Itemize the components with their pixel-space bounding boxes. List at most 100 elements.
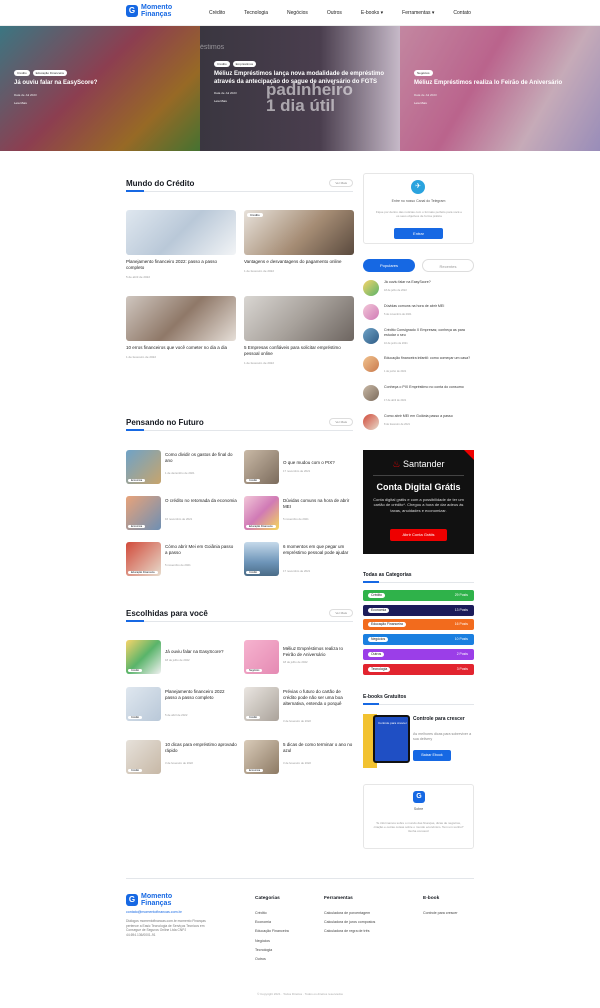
slide-title[interactable]: Méliuz Empréstimos lança nova modalidade… (214, 71, 394, 86)
post-thumbnail[interactable] (363, 280, 379, 296)
list-post[interactable]: Crédito Já ouviu falar na EasyScore? 18 … (126, 640, 238, 676)
post-title[interactable]: 5 Empresas confiáveis para solicitar emp… (244, 345, 354, 357)
post-title[interactable]: Vantagens e desvantagens do pagamento on… (244, 259, 354, 265)
footer-link[interactable]: Calculadora de juros compostos (324, 918, 375, 927)
nav-item-contato[interactable]: Contato (453, 10, 471, 16)
post-tag[interactable]: Educação Financeira (246, 525, 276, 528)
post-title[interactable]: Como dividir os gastos de final do ano (165, 452, 237, 464)
post-thumbnail[interactable]: Crédito (126, 687, 161, 721)
post-title[interactable]: 10 dicas para empréstimo aprovado rápido (165, 742, 237, 754)
post-thumbnail[interactable]: Negócios (244, 640, 279, 674)
category-outros[interactable]: Outros 2 Posts (363, 649, 474, 660)
post-tag[interactable]: Crédito (247, 213, 263, 217)
post-title[interactable]: 10 erros financeiros que você cometer no… (126, 345, 236, 351)
slide-title[interactable]: Já ouviu falar na EasyScore? (14, 80, 194, 88)
footer-link[interactable]: Tecnologia (255, 946, 289, 955)
post-title[interactable]: Prévias o futuro do cartão de crédito po… (283, 689, 355, 706)
popular-post[interactable]: Educação financeira infantil: como começ… (363, 356, 474, 376)
post-card[interactable]: 5 Empresas confiáveis para solicitar emp… (244, 296, 354, 365)
list-post[interactable]: Crédito Prévias o futuro do cartão de cr… (244, 687, 356, 723)
nav-item-outros[interactable]: Outros (327, 10, 342, 16)
post-tag[interactable]: Economia (128, 479, 146, 482)
list-post[interactable]: Negócios Méliuz Empréstimos realiza Io F… (244, 640, 356, 676)
popular-post[interactable]: Já ouviu falar na EasyScore? 18 de julho… (363, 280, 474, 300)
footer-link[interactable]: Economia (255, 918, 289, 927)
slide-tag[interactable]: Educação Financeira (32, 70, 67, 76)
post-thumbnail[interactable] (363, 385, 379, 401)
post-thumbnail[interactable]: Economia (126, 450, 161, 484)
post-thumbnail[interactable]: Educação Financeira (244, 496, 279, 530)
nav-item-tecnologia[interactable]: Tecnologia (244, 10, 268, 16)
post-thumbnail[interactable] (126, 296, 236, 341)
ebook-download-button[interactable]: Baixar Ebook (413, 750, 451, 761)
hero-slide[interactable]: éstimos padinheiro 1 dia útil Crédito Em… (200, 26, 400, 151)
post-title[interactable]: Cómo abrir Mei em Goiânia passo a passo (165, 544, 237, 556)
post-thumbnail[interactable]: Crédito (126, 640, 161, 674)
ver-mais-button[interactable]: Ver Mais (329, 609, 353, 617)
tab-populares[interactable]: Populares (363, 259, 415, 272)
post-title[interactable]: 6 momentos em que pegar um empréstimo pe… (283, 544, 355, 556)
ad-cta-button[interactable]: Abrir Conta Grátis (390, 529, 447, 541)
post-title[interactable]: Já ouviu falar na EasyScore? (165, 649, 237, 655)
slide-tag[interactable]: Empréstimos (232, 61, 257, 67)
post-title[interactable]: Dúvidas comuns na hora de abrir MEI (384, 304, 472, 309)
category-educacao-financeira[interactable]: Educação Financeira 16 Posts (363, 619, 474, 630)
post-title[interactable]: Crédito Consignado X Empresas; conheça a… (384, 328, 472, 337)
slide-tag[interactable]: Negócios (414, 70, 433, 76)
post-tag[interactable]: Negócios (246, 669, 263, 672)
post-title[interactable]: Como abrir MEI em Goiânia passo a passo (384, 414, 472, 419)
post-thumbnail[interactable] (363, 356, 379, 372)
post-thumbnail[interactable]: Crédito (244, 687, 279, 721)
popular-post[interactable]: Dúvidas comuns na hora de abrir MEI 5 de… (363, 304, 474, 324)
footer-link[interactable]: Crédito (255, 909, 289, 918)
post-tag[interactable]: Crédito (246, 479, 261, 482)
slide-read-more[interactable]: Leia Mais (14, 101, 194, 105)
nav-item-credito[interactable]: Crédito (209, 10, 225, 16)
post-title[interactable]: Educação financeira infantil: como começ… (384, 356, 472, 361)
post-thumbnail[interactable] (244, 296, 354, 341)
footer-link[interactable]: Calculadora de regra de três (324, 927, 375, 936)
post-thumbnail[interactable]: Crédito (244, 542, 279, 576)
nav-item-negocios[interactable]: Negócios (287, 10, 308, 16)
telegram-join-button[interactable]: Entrar (394, 228, 443, 239)
post-thumbnail[interactable] (126, 210, 236, 255)
tab-recentes[interactable]: Recentes (422, 259, 474, 272)
list-post[interactable]: Crédito 10 dicas para empréstimo aprovad… (126, 740, 238, 776)
footer-link[interactable]: Educação Financeira (255, 927, 289, 936)
post-tag[interactable]: Crédito (246, 571, 261, 574)
post-title[interactable]: 5 dicas de como terminar o ano no azul (283, 742, 355, 754)
post-card[interactable]: Crédito Vantagens e desvantagens do paga… (244, 210, 354, 273)
post-tag[interactable]: Crédito (128, 669, 143, 672)
santander-ad[interactable]: ♨ Santander Conta Digital Grátis Conta d… (363, 450, 474, 554)
ver-mais-button[interactable]: Ver Mais (329, 418, 353, 426)
list-post[interactable]: Crédito O que mudou com o PIX? 17 novemb… (244, 450, 356, 486)
footer-link[interactable]: Calculadora de porcentagem (324, 909, 375, 918)
slide-title[interactable]: Méliuz Empréstimos realiza Io Feirão de … (414, 80, 594, 88)
slide-read-more[interactable]: Leia Mais (214, 99, 394, 103)
post-thumbnail[interactable] (363, 304, 379, 320)
footer-link[interactable]: Negócios (255, 937, 289, 946)
post-thumbnail[interactable]: Crédito (126, 740, 161, 774)
popular-post[interactable]: Crédito Consignado X Empresas; conheça a… (363, 328, 474, 348)
list-post[interactable]: Crédito 6 momentos em que pegar um empré… (244, 542, 356, 578)
footer-logo[interactable]: G Momento Finanças (126, 893, 181, 907)
post-title[interactable]: Conheça o PIX Empréstimo no conta do con… (384, 385, 472, 390)
list-post[interactable]: Economia 5 dicas de como terminar o ano … (244, 740, 356, 776)
post-tag[interactable]: Educação Financeira (128, 571, 158, 574)
list-post[interactable]: Crédito Planejamento financeiro 2022 pas… (126, 687, 238, 723)
post-title[interactable]: O crédito no retomada da economia (165, 498, 237, 504)
nav-item-ebooks[interactable]: E-books ▾ (361, 10, 383, 16)
ebook-cover[interactable]: Controle para crescer (373, 715, 410, 763)
post-title[interactable]: O que mudou com o PIX? (283, 460, 355, 466)
category-negocios[interactable]: Negócios 10 Posts (363, 634, 474, 645)
ver-mais-button[interactable]: Ver Mais (329, 179, 353, 187)
popular-post[interactable]: Como abrir MEI em Goiânia passo a passo … (363, 414, 474, 434)
list-post[interactable]: Educação Financeira Cómo abrir Mei em Go… (126, 542, 238, 578)
post-card[interactable]: 10 erros financeiros que você cometer no… (126, 296, 236, 359)
post-tag[interactable]: Crédito (128, 716, 143, 719)
post-thumbnail[interactable]: Economia (126, 496, 161, 530)
post-title[interactable]: Planejamento financeiro 2022: passo a pa… (126, 259, 236, 271)
site-logo[interactable]: G Momento Finanças (126, 4, 181, 18)
post-title[interactable]: Já ouviu falar na EasyScore? (384, 280, 472, 285)
post-title[interactable]: Méliuz Empréstimos realiza Io Feirão de … (283, 646, 355, 658)
